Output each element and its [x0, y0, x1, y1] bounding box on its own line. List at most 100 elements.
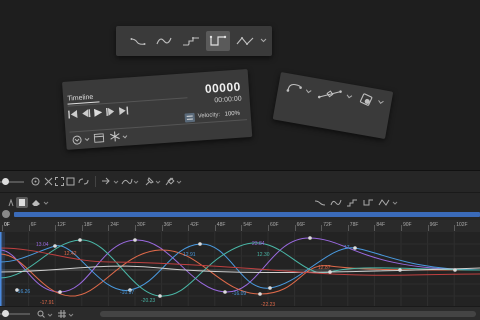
chevron-down-icon[interactable] — [122, 135, 128, 139]
jump-start-icon[interactable] — [68, 110, 78, 119]
ruler-tick — [108, 225, 110, 231]
handle-tangent-icon[interactable] — [317, 85, 345, 103]
ruler-tick — [401, 225, 402, 231]
snap-key-icon[interactable] — [358, 92, 374, 108]
keyframe — [258, 292, 262, 296]
timeline-view-icon[interactable] — [93, 133, 105, 143]
ruler-tick — [427, 225, 429, 231]
ripple-edit-icon[interactable] — [101, 177, 113, 186]
fit-all-icon[interactable] — [44, 177, 53, 186]
ruler-tick — [28, 225, 30, 231]
ruler-tick — [241, 225, 243, 231]
ruler-tick-label: 90F — [403, 222, 412, 228]
stepped-icon[interactable] — [346, 198, 358, 207]
curve-value-label: 12.30 — [257, 252, 270, 258]
toolbar-divider — [0, 192, 480, 193]
expand-icon[interactable] — [66, 177, 75, 186]
chevron-down-icon[interactable] — [260, 38, 267, 43]
select-key-icon[interactable] — [16, 197, 28, 208]
step-forward-icon[interactable] — [105, 107, 116, 116]
linear-icon[interactable] — [236, 35, 254, 47]
keyframe — [198, 242, 202, 246]
curve-value-label: 13.04 — [36, 242, 49, 248]
ruler-tick — [161, 225, 163, 231]
frame-selection-icon[interactable] — [55, 177, 64, 186]
constant-step-icon[interactable] — [362, 198, 374, 207]
curve-tool-icon[interactable] — [121, 177, 133, 186]
pin-icon[interactable] — [144, 177, 154, 187]
range-bar-handle[interactable] — [2, 210, 10, 218]
frame-number-display: 00000 — [204, 79, 242, 97]
keyframe — [223, 290, 227, 294]
chevron-down-icon[interactable] — [133, 180, 139, 184]
bottom-zoom-slider[interactable] — [0, 310, 30, 317]
zoom-icon[interactable] — [37, 310, 45, 318]
constant-step-icon[interactable] — [206, 31, 230, 51]
step-back-icon[interactable] — [81, 109, 91, 118]
target-icon[interactable] — [31, 177, 40, 186]
main-toolbar — [0, 175, 480, 189]
ruler-tick — [2, 225, 3, 231]
link-icon[interactable] — [78, 177, 89, 186]
eraser-icon[interactable] — [31, 198, 41, 207]
play-icon[interactable] — [93, 108, 103, 117]
bezier-icon[interactable] — [156, 35, 172, 47]
ruler-tick-label: 48F — [216, 222, 226, 228]
zoom-slider[interactable] — [0, 178, 24, 185]
ruler-tick — [55, 225, 57, 231]
handle-curve-icon[interactable] — [285, 81, 303, 96]
keyframe — [78, 238, 82, 242]
ruler-tick — [214, 225, 216, 231]
chevron-down-icon[interactable] — [68, 313, 74, 317]
curve-value-label: 12.87 — [318, 265, 331, 271]
loop-icon[interactable] — [184, 112, 196, 123]
ruler-tick-label: 54F — [243, 222, 253, 228]
ruler-tick-label: 78F — [349, 222, 359, 228]
chevron-down-icon[interactable] — [377, 99, 385, 105]
linear-icon[interactable] — [378, 198, 390, 207]
settings-dropdown-icon[interactable] — [72, 135, 83, 146]
zoom-slider-handle[interactable] — [2, 178, 9, 185]
chevron-down-icon[interactable] — [113, 180, 119, 184]
velocity-value[interactable]: 100% — [224, 111, 240, 118]
ruler-tick-label: 102F — [456, 222, 468, 228]
keyframe — [53, 244, 57, 248]
bottom-zoom-handle[interactable] — [2, 310, 9, 317]
velocity-label: Velocity: — [197, 112, 221, 120]
grid-icon[interactable] — [58, 310, 66, 318]
magnet-icon[interactable] — [164, 176, 175, 187]
bezier-icon[interactable] — [330, 198, 342, 207]
chevron-down-icon[interactable] — [305, 89, 313, 95]
toolbar-separator — [95, 176, 96, 187]
chevron-down-icon[interactable] — [155, 180, 161, 184]
curve-value-label: -20.23 — [141, 298, 156, 304]
ruler-tick-label: 6F — [30, 222, 37, 228]
ruler-tick-label: 42F — [190, 222, 199, 228]
ruler-tick-label: 18F — [83, 222, 93, 228]
keyframe — [308, 236, 312, 240]
chevron-down-icon[interactable] — [345, 94, 353, 100]
keyframe — [453, 268, 457, 272]
handles-toolbar — [272, 72, 394, 140]
ruler-tick — [454, 225, 456, 231]
chevron-down-icon[interactable] — [392, 201, 398, 205]
ease-in-out-icon[interactable] — [130, 35, 146, 47]
range-bar[interactable] — [14, 212, 480, 217]
ruler-tick — [294, 225, 296, 231]
jump-end-icon[interactable] — [118, 106, 129, 116]
interpolation-toolbar — [116, 26, 272, 56]
caret-icon[interactable] — [8, 199, 14, 207]
ruler-tick-label: 96F — [429, 222, 439, 228]
chevron-down-icon[interactable] — [47, 313, 53, 317]
ruler-tick — [347, 225, 349, 231]
chevron-down-icon[interactable] — [43, 201, 49, 205]
snowflake-icon[interactable] — [110, 131, 121, 142]
horizontal-scrollbar[interactable] — [100, 311, 476, 317]
ruler-tick — [268, 225, 269, 231]
ruler-tick — [374, 225, 376, 231]
curve-toolbar — [0, 196, 480, 210]
chevron-down-icon[interactable] — [176, 180, 182, 184]
chevron-down-icon[interactable] — [84, 137, 90, 142]
ease-in-out-icon[interactable] — [314, 198, 326, 207]
stepped-icon[interactable] — [182, 35, 200, 47]
